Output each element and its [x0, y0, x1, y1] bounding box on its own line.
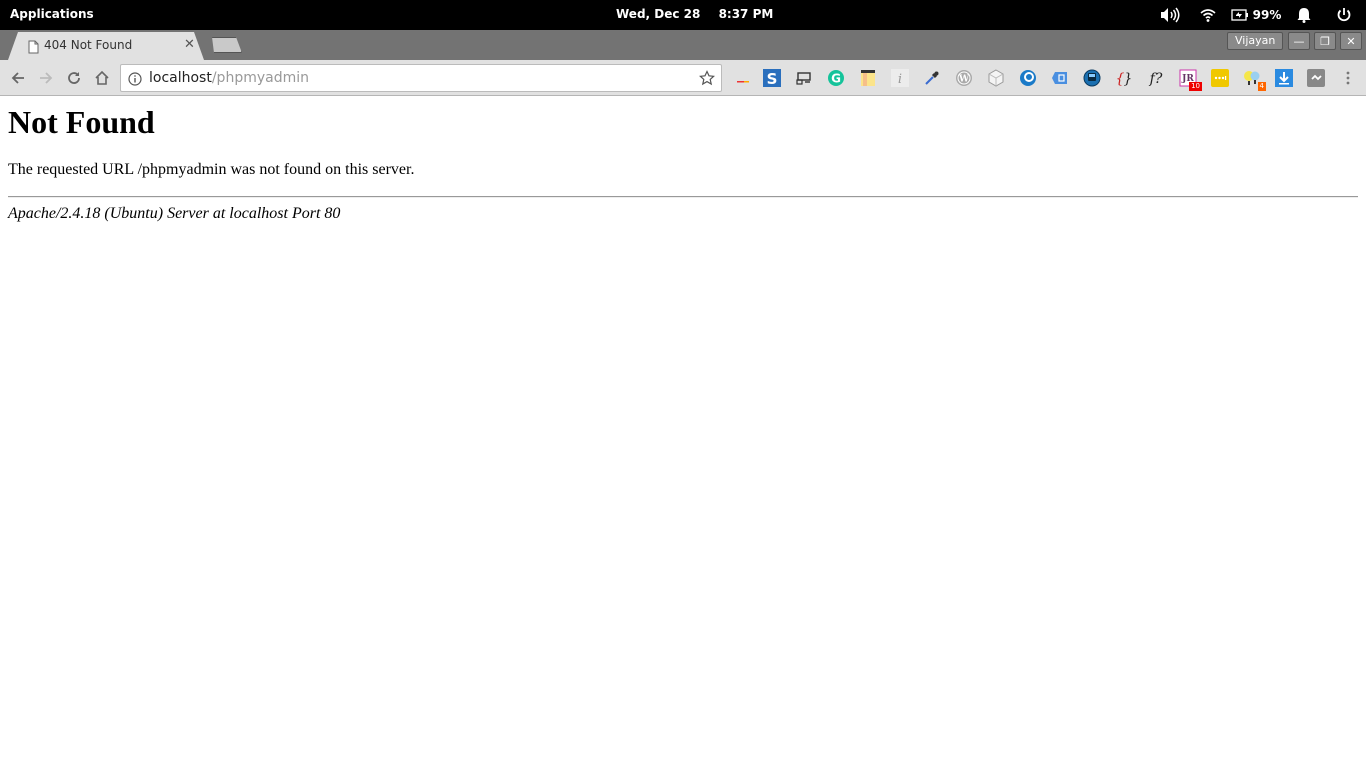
new-tab-button[interactable]	[212, 37, 242, 53]
url-host: localhost	[149, 70, 212, 86]
browser-toolbar: localhost/phpmyadmin S G i W {} f? JR 10 …	[0, 60, 1366, 96]
tab-strip: 404 Not Found ✕	[0, 30, 1366, 60]
server-signature: Apache/2.4.18 (Ubuntu) Server at localho…	[8, 205, 341, 222]
profile-button[interactable]: Vijayan	[1227, 32, 1284, 50]
device-extension[interactable]	[794, 68, 814, 88]
jr-extension[interactable]: JR 10	[1178, 68, 1202, 91]
blue-circle-extension[interactable]	[1018, 68, 1038, 88]
home-button[interactable]	[92, 68, 112, 88]
svg-text:i: i	[898, 72, 902, 87]
cube-extension[interactable]	[986, 68, 1006, 88]
tab-title: 404 Not Found	[44, 38, 133, 52]
train-extension[interactable]	[1082, 68, 1102, 88]
checkmark-extension[interactable]	[1306, 68, 1326, 88]
back-arrow-icon	[11, 72, 24, 84]
yellow-dots-extension[interactable]	[1210, 68, 1230, 88]
tag-extension[interactable]	[1050, 68, 1070, 88]
bulbs-badge: 4	[1257, 82, 1266, 91]
power-icon[interactable]	[1322, 0, 1366, 30]
info-icon[interactable]	[128, 71, 142, 90]
svg-text:G: G	[831, 72, 841, 86]
notification-bell-icon[interactable]	[1286, 0, 1322, 30]
page-icon	[28, 39, 39, 58]
eyedropper-extension[interactable]	[922, 68, 942, 88]
applications-menu[interactable]: Applications	[10, 7, 94, 21]
wordpress-extension[interactable]: W	[954, 68, 974, 88]
bookmark-star-icon[interactable]	[699, 70, 715, 90]
url-path: /phpmyadmin	[211, 70, 309, 86]
notepad-extension[interactable]	[858, 68, 878, 88]
system-tray: 99%	[1150, 0, 1366, 30]
bulbs-extension[interactable]: 4	[1242, 68, 1266, 91]
svg-text:W: W	[958, 75, 970, 85]
minimize-icon: —	[1293, 34, 1305, 48]
page-heading: Not Found	[8, 104, 155, 140]
home-icon	[95, 70, 109, 85]
jr-badge: 10	[1189, 82, 1202, 91]
page-content: Not Found The requested URL /phpmyadmin …	[0, 97, 1366, 768]
font-finder-extension[interactable]: f?	[1146, 68, 1166, 88]
divider	[8, 196, 1358, 198]
wifi-icon[interactable]	[1190, 0, 1226, 30]
forward-button[interactable]	[36, 68, 56, 88]
clock[interactable]: Wed, Dec 28 8:37 PM	[616, 7, 787, 21]
address-bar[interactable]: localhost/phpmyadmin	[120, 64, 722, 92]
forward-arrow-icon	[40, 72, 53, 84]
back-button[interactable]	[8, 68, 28, 88]
system-top-panel: Applications Wed, Dec 28 8:37 PM 99%	[0, 0, 1366, 30]
reload-button[interactable]	[64, 68, 84, 88]
svg-text:}: }	[1124, 71, 1133, 87]
error-message: The requested URL /phpmyadmin was not fo…	[8, 161, 415, 178]
close-icon: ✕	[1346, 34, 1356, 48]
battery-indicator[interactable]: 99%	[1226, 0, 1286, 30]
tab-close-icon[interactable]: ✕	[184, 37, 195, 52]
volume-icon[interactable]	[1150, 0, 1190, 30]
reload-icon	[68, 72, 80, 84]
time-label: 8:37 PM	[718, 7, 774, 21]
url-text[interactable]: localhost/phpmyadmin	[149, 70, 309, 86]
restore-icon: ❐	[1320, 34, 1330, 48]
close-window-button[interactable]: ✕	[1340, 32, 1362, 50]
braces-extension[interactable]: {}	[1114, 68, 1134, 88]
grammarly-extension[interactable]: G	[826, 68, 846, 88]
battery-icon	[1230, 9, 1248, 21]
s-extension[interactable]: S	[762, 68, 782, 88]
tab-extension[interactable]	[733, 68, 753, 88]
download-extension[interactable]	[1274, 68, 1294, 88]
date-label: Wed, Dec 28	[616, 7, 701, 21]
chrome-menu-button[interactable]	[1338, 68, 1358, 88]
tab-404-not-found[interactable]: 404 Not Found ✕	[8, 32, 204, 60]
more-vert-icon	[1346, 71, 1350, 85]
svg-text:S: S	[767, 70, 778, 87]
minimize-button[interactable]: —	[1288, 32, 1310, 50]
battery-percent: 99%	[1252, 8, 1282, 22]
info-extension[interactable]: i	[890, 68, 910, 88]
svg-text:f?: f?	[1149, 71, 1163, 87]
restore-button[interactable]: ❐	[1314, 32, 1336, 50]
